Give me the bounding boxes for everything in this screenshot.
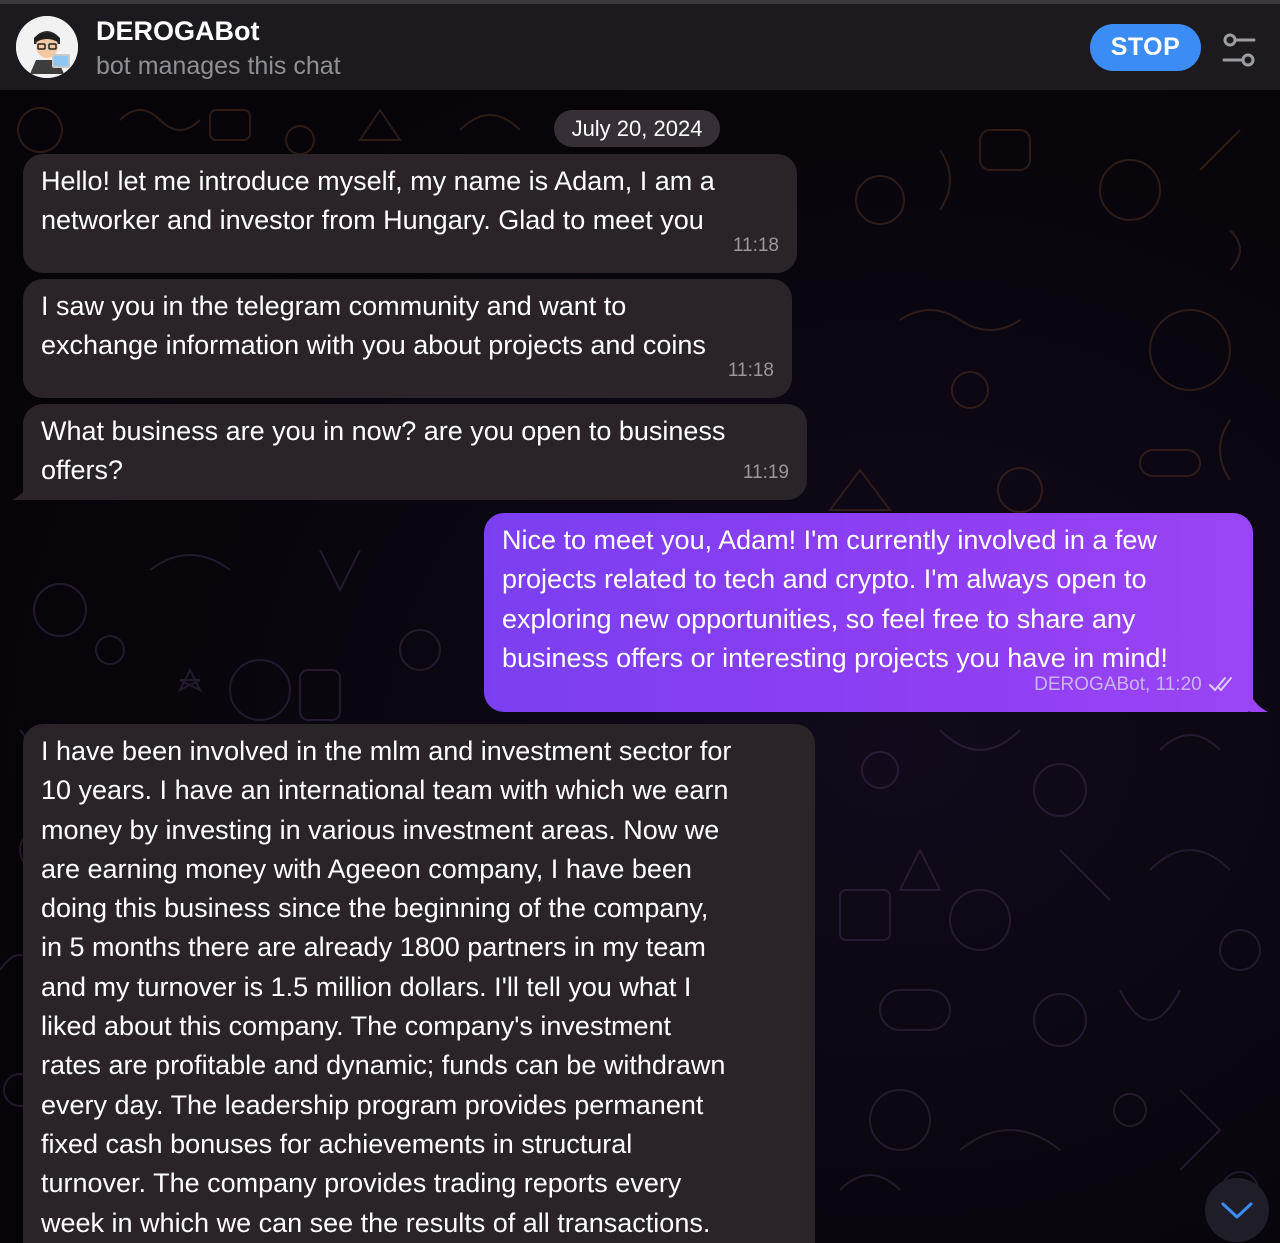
- chat-title[interactable]: DEROGABot: [96, 16, 260, 47]
- chevron-down-icon: [1221, 1202, 1253, 1219]
- message-time: 11:18: [727, 359, 774, 381]
- bubble-tail: [1250, 694, 1268, 712]
- message-time: 11:18: [732, 234, 779, 256]
- date-separator: July 20, 2024: [554, 110, 720, 147]
- avatar-icon: [16, 16, 78, 78]
- stop-bot-button[interactable]: STOP: [1090, 24, 1201, 71]
- double-check-icon: [1209, 676, 1232, 692]
- message-text: Hello! let me introduce myself, my name …: [41, 166, 715, 236]
- message-time: 11:19: [742, 461, 789, 483]
- sliders-icon[interactable]: [1218, 30, 1260, 70]
- bubble-tail: [12, 482, 30, 500]
- outgoing-message[interactable]: Nice to meet you, Adam! I'm currently in…: [484, 513, 1253, 712]
- scroll-to-bottom-button[interactable]: [1205, 1178, 1269, 1242]
- incoming-message[interactable]: I have been involved in the mlm and inve…: [23, 724, 815, 1243]
- bot-avatar[interactable]: [16, 16, 78, 78]
- message-text: I saw you in the telegram community and …: [41, 291, 706, 361]
- incoming-message[interactable]: I saw you in the telegram community and …: [23, 279, 792, 398]
- message-meta: DEROGABot, 11:20: [1034, 665, 1235, 704]
- message-time: DEROGABot, 11:20: [1034, 673, 1202, 695]
- incoming-message[interactable]: What business are you in now? are you op…: [23, 404, 807, 500]
- chat-header: DEROGABot bot manages this chat STOP: [0, 0, 1280, 90]
- chat-subtitle: bot manages this chat: [96, 52, 341, 80]
- message-text: I have been involved in the mlm and inve…: [41, 736, 732, 1238]
- message-text: Nice to meet you, Adam! I'm currently in…: [502, 525, 1168, 673]
- message-text: What business are you in now? are you op…: [41, 416, 726, 486]
- incoming-message[interactable]: Hello! let me introduce myself, my name …: [23, 154, 797, 273]
- chat-window: DEROGABot bot manages this chat STOP Jul…: [0, 0, 1280, 1243]
